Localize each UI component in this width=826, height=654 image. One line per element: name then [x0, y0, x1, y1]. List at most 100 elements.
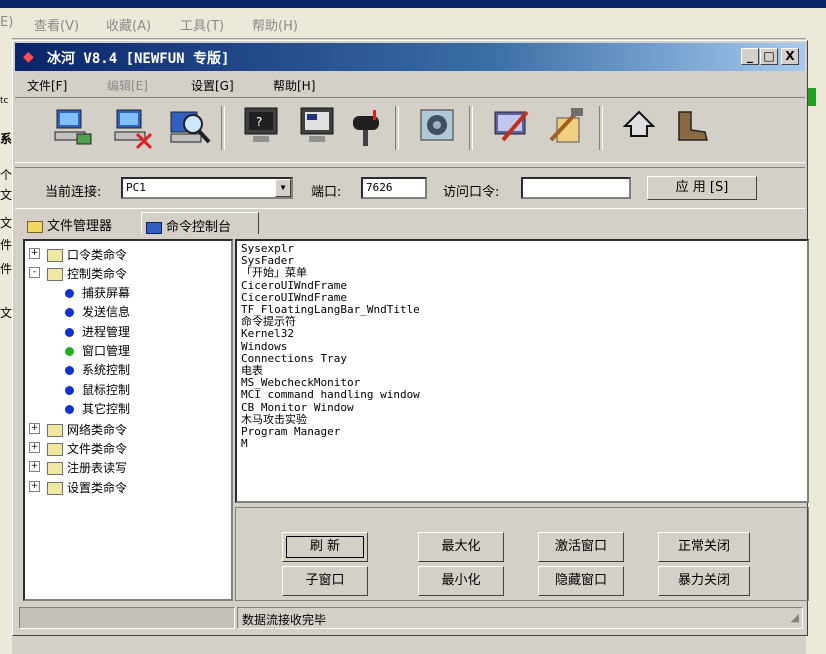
- current-connection-select[interactable]: PC1 ▼: [121, 177, 293, 199]
- tab-command-console[interactable]: 命令控制台: [141, 212, 259, 235]
- tree-item-label: 进程管理: [82, 324, 131, 339]
- expand-icon[interactable]: +: [29, 442, 40, 453]
- tree-item-label: 窗口管理: [82, 344, 131, 358]
- tree-item-label: 捕获屏幕: [82, 285, 131, 300]
- command-tree[interactable]: + 口令类命令 - 控制类命令捕获屏幕发送信息进程管理窗口管理系统控制鼠标控制其它控制…: [23, 239, 233, 601]
- close-button[interactable]: X: [781, 48, 799, 65]
- list-item[interactable]: Windows: [241, 340, 803, 353]
- host-frag: 文: [0, 306, 13, 320]
- tree-item-label: 发送信息: [82, 305, 131, 320]
- list-item[interactable]: Kernel32: [241, 328, 803, 340]
- close-normal-button[interactable]: 正常关闭: [658, 532, 750, 562]
- disconnect-computer-icon[interactable]: [111, 104, 157, 150]
- window-actions-panel: 刷 新 最大化 激活窗口 正常关闭 子窗口 最小化 隐藏窗口 暴力关闭: [235, 507, 809, 601]
- tree-item-label: 鼠标控制: [82, 382, 131, 397]
- screen-control-icon[interactable]: [295, 104, 341, 150]
- status-progress-cell: [19, 607, 235, 629]
- list-item[interactable]: TF_FloatingLangBar_WndTitle: [241, 303, 803, 316]
- host-left-panel: tc 系 个 文 文 件 件 文: [0, 38, 12, 654]
- host-frag: tc: [0, 96, 9, 106]
- list-item[interactable]: Program Manager: [241, 425, 803, 438]
- host-menu-tools[interactable]: 工具(T): [180, 15, 224, 34]
- tree-node: 文件类命令: [47, 440, 127, 457]
- search-computer-icon[interactable]: [167, 104, 213, 150]
- app-menubar: 文件[F] 编辑[E] 设置[G] 帮助[H]: [15, 73, 805, 95]
- tab-file-manager[interactable]: 文件管理器: [27, 212, 139, 234]
- tab-strip: 文件管理器 命令控制台: [15, 209, 805, 235]
- apply-button[interactable]: 应 用 [S]: [647, 176, 757, 200]
- tree-item[interactable]: 系统控制: [65, 361, 130, 379]
- tree-item-label: 控制类命令: [67, 267, 128, 282]
- host-menu-favorites[interactable]: 收藏(A): [106, 15, 151, 34]
- list-item[interactable]: CB Monitor Window: [241, 401, 803, 414]
- list-item[interactable]: Connections Tray: [241, 352, 803, 365]
- exit-boot-icon[interactable]: [669, 104, 715, 150]
- host-frag: 文: [0, 216, 13, 230]
- host-menu-view[interactable]: 查看(V): [34, 15, 79, 34]
- svg-text:?: ?: [256, 115, 262, 129]
- host-go-icon[interactable]: [808, 88, 816, 106]
- expand-icon[interactable]: +: [29, 461, 40, 473]
- tree-item[interactable]: 进程管理: [65, 323, 130, 341]
- menu-settings[interactable]: 设置[G]: [191, 77, 234, 94]
- port-input[interactable]: 7626: [361, 177, 427, 199]
- host-menu-help[interactable]: 帮助(H): [252, 15, 298, 34]
- tools-icon[interactable]: [543, 104, 589, 150]
- child-window-button[interactable]: 子窗口: [282, 566, 368, 596]
- tab-file-manager-label: 文件管理器: [47, 219, 113, 234]
- hide-window-button[interactable]: 隐藏窗口: [538, 566, 624, 596]
- window-list[interactable]: Sysexplr SysFader 「开始」菜单 CiceroUIWndFrame Ci…: [235, 239, 809, 503]
- tree-node: 口令类命令: [47, 246, 127, 263]
- list-item[interactable]: 「开始」菜单: [241, 267, 803, 279]
- list-item[interactable]: SysFader: [241, 254, 803, 267]
- activate-window-button[interactable]: 激活窗口: [538, 532, 624, 562]
- list-item[interactable]: M: [241, 438, 803, 450]
- chevron-down-icon[interactable]: ▼: [275, 179, 291, 197]
- menu-edit[interactable]: 编辑[E]: [107, 77, 148, 94]
- command-dot-icon: [65, 288, 74, 298]
- tab-command-console-label: 命令控制台: [166, 220, 232, 235]
- status-bar: 数据流接收完毕 ◢: [19, 607, 803, 631]
- connect-computer-icon[interactable]: [51, 104, 97, 150]
- close-force-button[interactable]: 暴力关闭: [658, 566, 750, 596]
- password-input[interactable]: [521, 177, 631, 199]
- tree-item[interactable]: 其它控制: [65, 400, 130, 418]
- host-menubar: E) 查看(V) 收藏(A) 工具(T) 帮助(H): [0, 8, 826, 39]
- tree-item[interactable]: 捕获屏幕: [65, 284, 130, 302]
- tree-item[interactable]: 发送信息: [65, 303, 130, 321]
- tree-item-label: 系统控制: [82, 363, 131, 378]
- expand-icon[interactable]: +: [29, 480, 40, 492]
- expand-icon[interactable]: +: [29, 248, 40, 259]
- resize-grip-icon[interactable]: ◢: [791, 611, 799, 624]
- list-item[interactable]: Sysexplr: [241, 242, 803, 255]
- status-text: 数据流接收完毕: [237, 607, 803, 629]
- expand-icon[interactable]: +: [29, 422, 40, 434]
- password-label: 访问口令:: [443, 185, 500, 200]
- mailbox-icon[interactable]: [345, 104, 391, 150]
- list-item[interactable]: CiceroUIWndFrame: [241, 279, 803, 292]
- tree-item-label: 网络类命令: [67, 422, 128, 437]
- tree-item[interactable]: 鼠标控制: [65, 381, 130, 399]
- list-item[interactable]: 命令提示符: [241, 316, 803, 328]
- back-arrow-icon[interactable]: [617, 104, 663, 150]
- minimize-button[interactable]: _: [741, 48, 759, 65]
- maximize-button[interactable]: □: [760, 48, 778, 65]
- collapse-icon[interactable]: -: [29, 267, 40, 279]
- refresh-button[interactable]: 刷 新: [282, 532, 368, 562]
- monitor-icon[interactable]: ?: [239, 104, 285, 150]
- menu-file[interactable]: 文件[F]: [27, 77, 67, 94]
- config-server-icon[interactable]: [489, 104, 535, 150]
- host-frag: 系: [0, 132, 13, 146]
- network-card-icon[interactable]: [415, 104, 461, 150]
- tree-node: 注册表读写: [47, 459, 127, 476]
- tree-item-label: 设置类命令: [67, 480, 128, 495]
- host-menu-edit[interactable]: E): [0, 15, 13, 30]
- minimize-window-button[interactable]: 最小化: [418, 566, 504, 596]
- menu-help[interactable]: 帮助[H]: [273, 77, 315, 94]
- command-dot-icon: [65, 366, 74, 376]
- title-bar[interactable]: ◆ 冰河 V8.4 [NEWFUN 专版] _ □ X: [15, 43, 805, 71]
- folder-icon: [47, 249, 63, 262]
- list-item[interactable]: MCI command handling window: [241, 389, 803, 401]
- maximize-window-button[interactable]: 最大化: [418, 532, 504, 562]
- tree-item[interactable]: 窗口管理: [65, 342, 130, 360]
